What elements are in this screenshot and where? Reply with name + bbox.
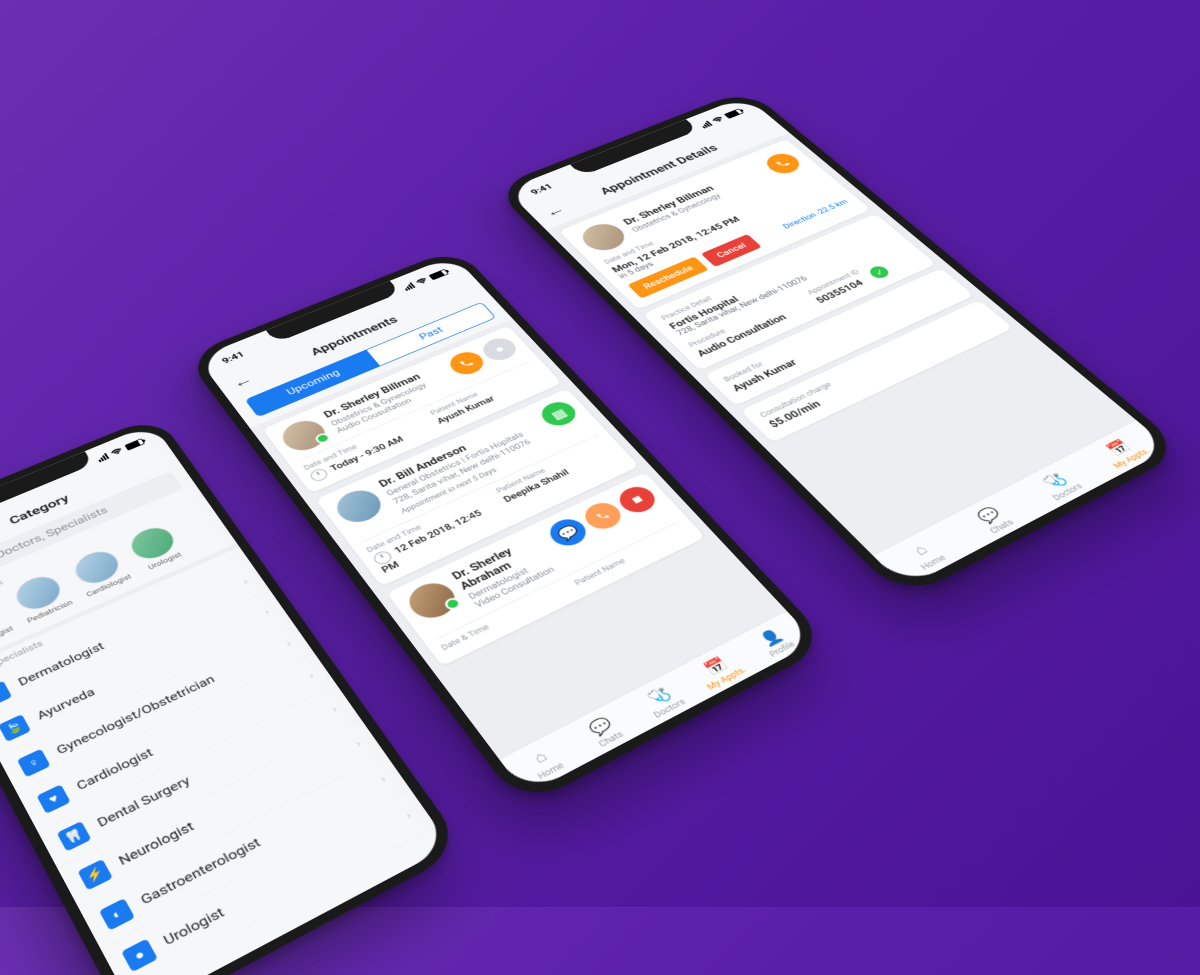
page-title: Appointment Details — [569, 132, 746, 208]
reschedule-button[interactable]: Reschedule — [628, 256, 709, 298]
patient-name: Ayush Kumar — [435, 372, 547, 425]
cancel-button[interactable]: Cancel — [701, 234, 762, 267]
doctor-name: Dr. Sherley Billman — [621, 165, 763, 227]
wifi-icon — [710, 115, 726, 124]
chevron-right-icon: › — [378, 773, 389, 785]
consultation-type: Audio Cousultation — [335, 379, 455, 435]
header: ← Appointments — [213, 275, 490, 403]
segment-control: Upcoming Past — [245, 302, 497, 417]
battery-icon — [429, 269, 449, 280]
status-time: 9:41 — [220, 350, 246, 366]
doctor-avatar — [575, 219, 632, 255]
patient-label: Patient Name — [495, 440, 608, 495]
chevron-right-icon: › — [353, 738, 363, 750]
clock-icon — [308, 467, 330, 483]
chevron-right-icon: › — [284, 638, 294, 649]
signal-icon — [699, 121, 713, 129]
check-icon: ✓ — [867, 264, 892, 280]
appointment-card[interactable]: Dr. Sherley Billman Obstetrics & Gynecol… — [262, 326, 561, 493]
search-placeholder: Search Doctors, Specialists — [0, 505, 110, 580]
specialty-icon: 🦷 — [57, 821, 92, 852]
tab-past[interactable]: Past — [367, 303, 495, 366]
recent-chip[interactable]: Urologist — [125, 522, 187, 574]
specialty-icon: ◐ — [99, 898, 135, 931]
specialty-icon: ? — [0, 681, 12, 708]
search-input[interactable]: Search Doctors, Specialists — [0, 471, 183, 597]
header: Cancel Category — [0, 445, 181, 581]
call-button[interactable] — [444, 348, 489, 378]
chevron-right-icon: › — [262, 607, 271, 617]
patient-label: Patient Name — [429, 366, 539, 417]
chevron-right-icon: › — [241, 576, 250, 586]
avatar — [125, 522, 181, 565]
specialty-icon: ⚡ — [77, 859, 112, 891]
record-button[interactable]: ● — [477, 334, 521, 364]
battery-icon — [724, 108, 744, 118]
page-title: Category — [0, 474, 114, 545]
video-button[interactable]: ■ — [613, 482, 661, 517]
doctor-name: Dr. Sherley Billman — [322, 363, 444, 420]
doctor-avatar — [401, 577, 463, 624]
wifi-icon — [109, 447, 125, 457]
recent-chip[interactable]: Cardiologist — [67, 545, 133, 599]
doctor-specialty: General Obstetrics | Fortis Hopitals — [384, 423, 542, 498]
avatar — [10, 570, 67, 615]
chevron-right-icon: › — [403, 809, 414, 821]
specialty-icon: 🍃 — [0, 714, 31, 742]
chevron-right-icon: › — [306, 670, 316, 681]
map-button[interactable]: ▦ — [536, 398, 582, 430]
signal-icon — [402, 282, 415, 291]
specialty-icon: ♀ — [17, 749, 51, 778]
specialty-icon: ♥ — [37, 784, 71, 814]
wifi-icon — [414, 277, 430, 286]
datetime-label: Date and Time — [603, 173, 819, 266]
chevron-right-icon: › — [330, 703, 340, 714]
practice-label: Practice Detail — [660, 224, 880, 322]
avatar — [69, 545, 126, 589]
doctor-avatar — [276, 415, 332, 455]
apptid-label: Appointment ID — [806, 269, 862, 297]
tab-upcoming[interactable]: Upcoming — [246, 350, 380, 416]
back-button[interactable]: ← — [228, 369, 260, 391]
battery-icon — [124, 438, 145, 450]
direction-link[interactable]: Direction -22.5 km — [781, 198, 850, 230]
doctor-specialty: Obstetrics & Gynecology — [329, 372, 450, 428]
apptid-value: 50355104 — [813, 275, 872, 305]
status-bar: 9:41 — [506, 96, 767, 209]
signal-icon — [96, 453, 109, 462]
doctor-avatar — [330, 485, 389, 528]
doctor-name: Dr. Bill Anderson — [377, 414, 535, 490]
avatar — [0, 598, 4, 644]
datetime-sub: in 5 days — [617, 186, 835, 281]
status-bar: 9:41 — [0, 423, 168, 559]
page-title: Appointments — [259, 295, 446, 378]
recent-chip[interactable]: Pediatrician — [9, 570, 75, 625]
doctor-specialty: Obstetrics & Gynecology — [630, 173, 771, 235]
specialty-icon: ● — [121, 939, 158, 973]
recent-search-label: Recent Search — [0, 489, 208, 624]
status-bar: 9:41 — [197, 255, 472, 379]
doctor-card: Dr. Sherley Billman Obstetrics & Gynecol… — [559, 139, 871, 309]
datetime-value: Today - 9:30 AM — [328, 434, 405, 473]
status-time: 9:41 — [528, 182, 554, 196]
datetime-value: Mon, 12 Feb 2018, 12:45 PM — [609, 179, 828, 275]
header: ← Appointment Details — [526, 114, 790, 230]
top-specialists-label: Top Specialists — [0, 547, 249, 690]
recent-search-row: Dermatologist Pediatrician Cardiologist … — [0, 502, 237, 669]
back-button[interactable]: ← — [540, 200, 572, 220]
recent-chip[interactable]: Dermatologist — [0, 595, 15, 656]
call-button[interactable] — [761, 150, 806, 177]
